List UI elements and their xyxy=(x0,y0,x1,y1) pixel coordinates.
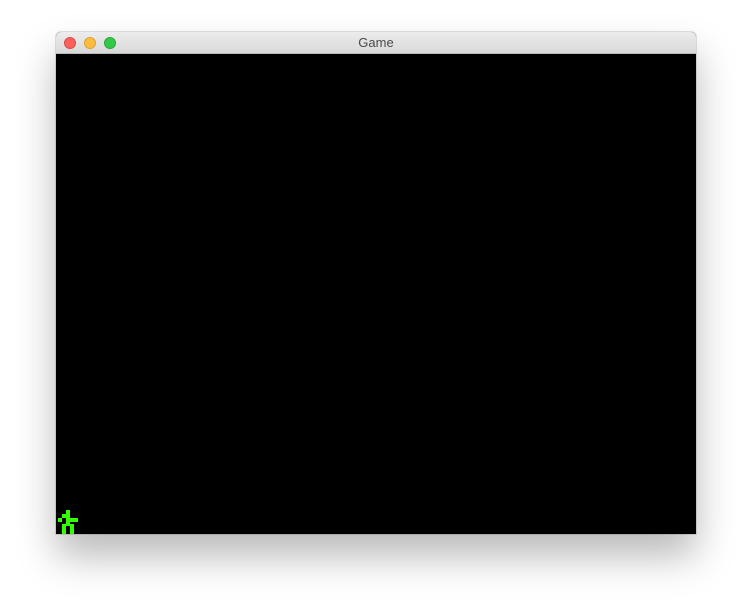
game-canvas[interactable] xyxy=(56,54,696,534)
title-bar[interactable]: Game xyxy=(56,32,696,54)
window-title: Game xyxy=(358,35,394,50)
player-sprite-icon xyxy=(58,510,78,534)
game-window: Game xyxy=(56,32,696,534)
